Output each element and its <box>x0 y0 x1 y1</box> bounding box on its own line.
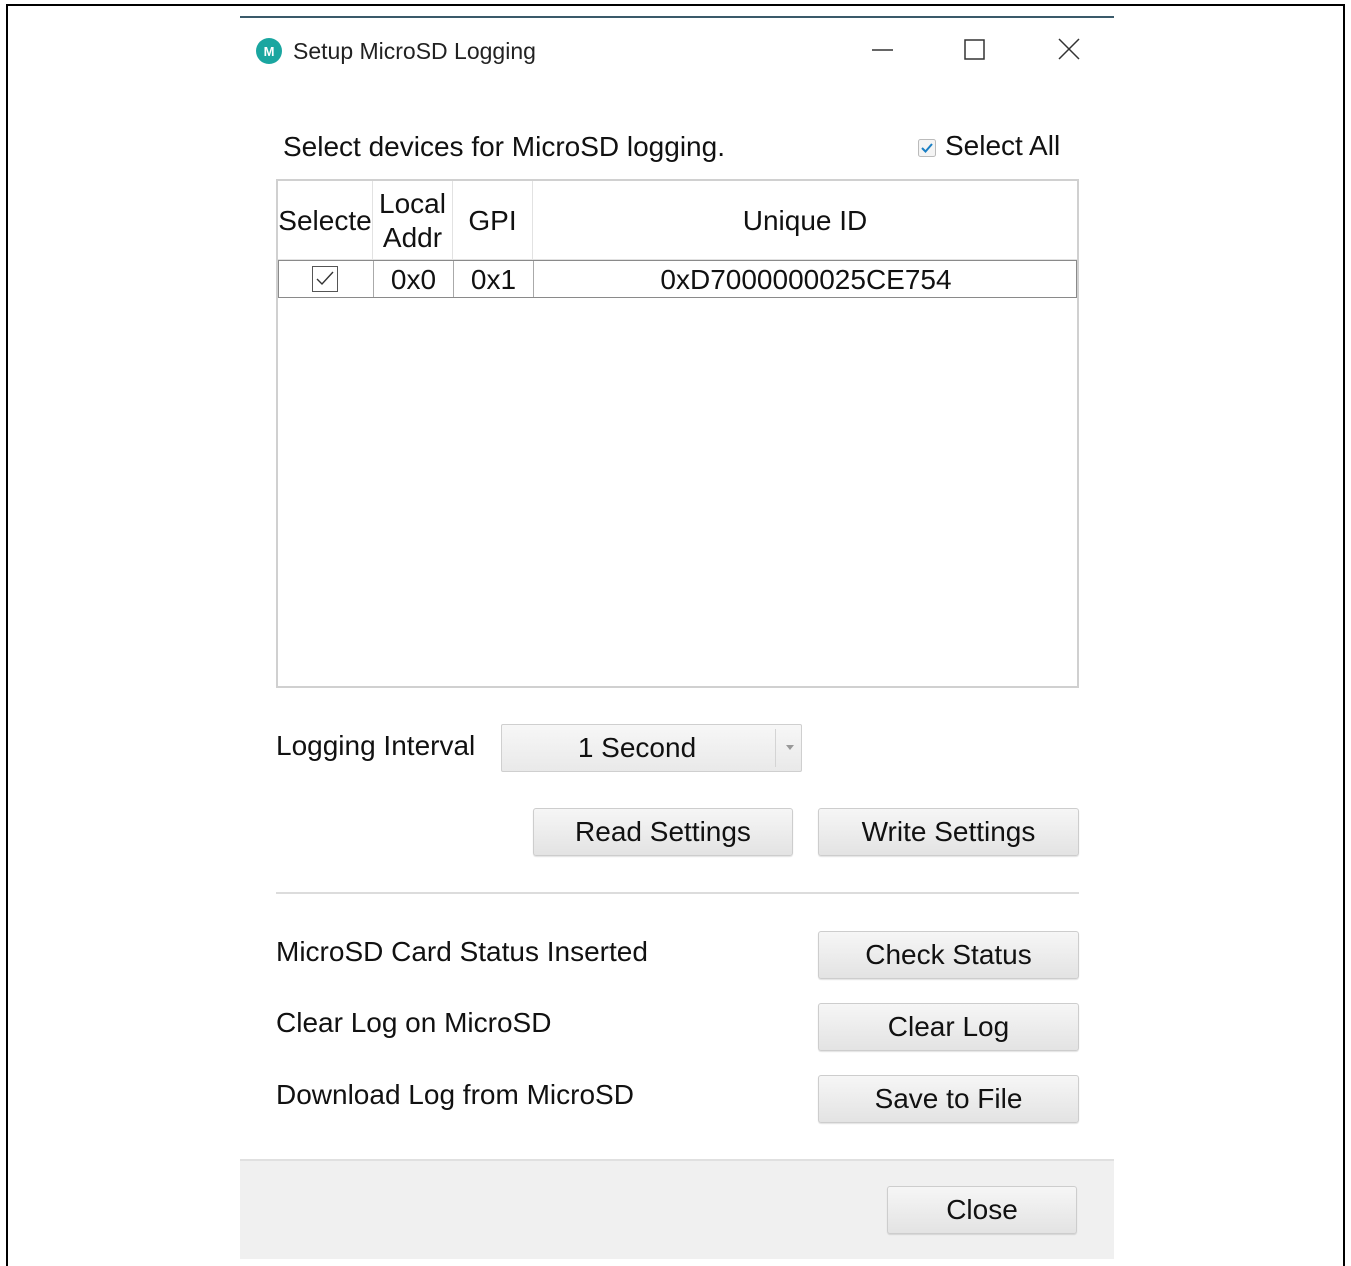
close-button[interactable]: Close <box>887 1186 1077 1234</box>
clear-log-button[interactable]: Clear Log <box>818 1003 1079 1051</box>
svg-text:M: M <box>264 44 275 59</box>
maximize-icon[interactable] <box>954 34 994 66</box>
check-status-button[interactable]: Check Status <box>818 931 1079 979</box>
column-header-local-addr[interactable]: Local Addr <box>373 181 453 260</box>
title-bar[interactable]: M Setup MicroSD Logging <box>240 18 1114 78</box>
table-row[interactable]: 0x0 0x1 0xD7000000025CE754 <box>278 260 1077 298</box>
dropdown-separator <box>775 729 776 767</box>
clear-log-label: Clear Log on MicroSD <box>276 1007 552 1038</box>
instructions-text: Select devices for MicroSD logging. <box>283 131 725 162</box>
save-to-file-button[interactable]: Save to File <box>818 1075 1079 1123</box>
section-divider <box>276 892 1079 894</box>
checkbox-checked-icon[interactable] <box>312 266 338 292</box>
column-header-gpi[interactable]: GPI <box>453 181 533 260</box>
chevron-down-icon[interactable] <box>786 745 794 750</box>
device-table[interactable]: Selecte Local Addr GPI Unique ID 0x0 0x1… <box>276 179 1079 688</box>
row-select-cell[interactable] <box>279 261 374 297</box>
window-title: Setup MicroSD Logging <box>293 38 536 64</box>
checkbox-checked-icon[interactable] <box>918 139 936 157</box>
local-addr-cell: 0x0 <box>374 261 454 297</box>
gpi-cell: 0x1 <box>454 261 534 297</box>
read-settings-button[interactable]: Read Settings <box>533 808 793 856</box>
write-settings-button[interactable]: Write Settings <box>818 808 1079 856</box>
download-log-label: Download Log from MicroSD <box>276 1079 634 1110</box>
logging-interval-dropdown[interactable]: 1 Second <box>501 724 802 772</box>
setup-microsd-logging-dialog: M Setup MicroSD Logging Select devices f… <box>240 16 1114 1259</box>
logging-interval-value: 1 Second <box>577 732 697 763</box>
column-header-selected[interactable]: Selecte <box>278 181 373 260</box>
maxim-logo-icon: M <box>256 38 282 64</box>
minimize-icon[interactable] <box>862 34 902 66</box>
dialog-footer: Close <box>240 1159 1114 1259</box>
select-all-label: Select All <box>945 130 1061 161</box>
close-icon[interactable] <box>1049 34 1089 66</box>
logging-interval-label: Logging Interval <box>276 730 476 761</box>
column-header-unique-id[interactable]: Unique ID <box>533 181 1077 260</box>
card-status-label: MicroSD Card Status Inserted <box>276 936 648 967</box>
unique-id-cell: 0xD7000000025CE754 <box>660 264 952 295</box>
